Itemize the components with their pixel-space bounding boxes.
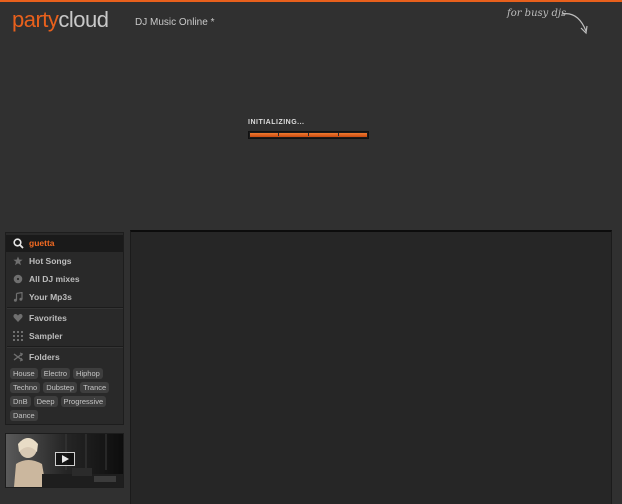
sidebar-item-folders[interactable]: Folders: [6, 349, 123, 366]
curved-arrow-icon: [561, 13, 588, 35]
sidebar-item-label: Folders: [29, 352, 60, 362]
sidebar-item-sampler[interactable]: Sampler: [6, 328, 123, 345]
main-content-panel: [130, 230, 612, 504]
search-item[interactable]: guetta: [6, 235, 123, 252]
top-accent-line: [0, 0, 622, 2]
vinyl-icon: [12, 272, 24, 286]
video-thumbnail[interactable]: [5, 433, 124, 488]
genre-tags: House Electro Hiphop Techno Dubstep Tran…: [10, 368, 122, 421]
sidebar-item-favorites[interactable]: Favorites: [6, 310, 123, 327]
sidebar-item-all-dj-mixes[interactable]: All DJ mixes: [6, 271, 123, 288]
genre-tag-dance[interactable]: Dance: [10, 410, 38, 421]
sidebar-divider: [7, 346, 123, 348]
loading-progress-bar: [248, 131, 369, 139]
progress-tick: [338, 133, 339, 136]
heart-icon: [12, 311, 24, 325]
genre-tag-deep[interactable]: Deep: [33, 396, 58, 407]
progress-tick: [308, 133, 309, 136]
logo-cloud: cloud: [58, 7, 109, 32]
sidebar-item-hot-songs[interactable]: Hot Songs: [6, 253, 123, 270]
sidebar-item-label: All DJ mixes: [29, 274, 80, 284]
sidebar-item-label: Your Mp3s: [29, 292, 72, 302]
search-query[interactable]: guetta: [29, 238, 55, 248]
sidebar-item-label: Favorites: [29, 313, 67, 323]
genre-tag-techno[interactable]: Techno: [10, 382, 41, 393]
logo-party: party: [12, 7, 59, 32]
tagline: DJ Music Online *: [135, 17, 215, 28]
genre-tag-electro[interactable]: Electro: [40, 368, 71, 379]
sidebar-divider: [7, 307, 123, 309]
logo[interactable]: partycloud: [12, 5, 109, 35]
play-button[interactable]: [55, 452, 75, 466]
star-icon: [12, 254, 24, 268]
shuffle-icon: [12, 350, 24, 364]
play-icon: [62, 455, 69, 463]
loading-label: INITIALIZING...: [248, 119, 305, 126]
sidebar: guetta Hot Songs All DJ mixes Your Mp3s …: [5, 232, 124, 425]
progress-tick: [278, 133, 279, 136]
grid-icon: [12, 329, 24, 343]
genre-tag-dnb[interactable]: DnB: [10, 396, 31, 407]
search-icon: [12, 236, 24, 250]
genre-tag-progressive[interactable]: Progressive: [60, 396, 107, 407]
music-note-icon: [12, 290, 24, 304]
genre-tag-dubstep[interactable]: Dubstep: [43, 382, 78, 393]
genre-tag-trance[interactable]: Trance: [80, 382, 110, 393]
genre-tag-hiphop[interactable]: Hiphop: [73, 368, 103, 379]
sidebar-item-your-mp3s[interactable]: Your Mp3s: [6, 289, 123, 306]
sidebar-item-label: Hot Songs: [29, 256, 72, 266]
genre-tag-house[interactable]: House: [10, 368, 38, 379]
busy-djs-note: for busy djs: [507, 8, 567, 19]
sidebar-item-label: Sampler: [29, 331, 63, 341]
